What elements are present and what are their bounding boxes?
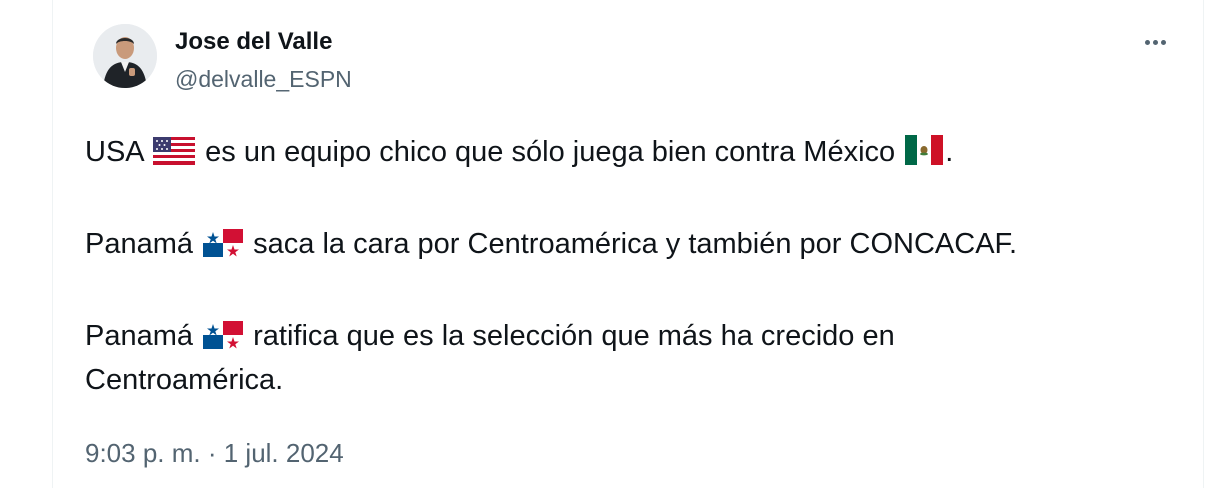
tweet-time[interactable]: 9:03 p. m. <box>85 438 201 468</box>
author-handle[interactable]: @delvalle_ESPN <box>175 66 352 93</box>
avatar[interactable] <box>93 24 157 88</box>
panama-flag-icon <box>203 228 244 268</box>
text-panama-1: Panamá <box>85 228 194 260</box>
mexico-flag-icon <box>905 135 944 176</box>
tweet-paragraph-1: USA es un equipo chico que sólo juega bi… <box>85 132 1175 176</box>
text-line1-body: es un equipo chico que sólo juega bien c… <box>205 136 896 168</box>
tweet-paragraph-2: Panamá saca la cara por Centroamérica y … <box>85 224 1175 268</box>
text-line4: Centroamérica. <box>85 364 284 396</box>
tweet-date[interactable]: 1 jul. 2024 <box>224 438 344 468</box>
text-line2-body: saca la cara por Centroamérica y también… <box>253 228 1018 260</box>
timestamp-separator: · <box>200 438 224 468</box>
tweet-card: Jose del Valle @delvalle_ESPN USA es un … <box>52 0 1204 488</box>
more-horizontal-icon <box>1144 39 1166 45</box>
text-line3-body: ratifica que es la selección que más ha … <box>253 320 895 352</box>
more-options-button[interactable] <box>1135 30 1175 54</box>
tweet-text: USA es un equipo chico que sólo juega bi… <box>85 132 1175 400</box>
author-name[interactable]: Jose del Valle <box>175 28 332 56</box>
tweet-paragraph-3: Panamá ratifica que es la selección que … <box>85 316 1175 400</box>
tweet-timestamp[interactable]: 9:03 p. m. · 1 jul. 2024 <box>85 438 344 469</box>
text-line1-end: . <box>945 136 954 168</box>
panama-flag-icon <box>203 320 244 360</box>
text-usa: USA <box>85 136 144 168</box>
text-panama-2: Panamá <box>85 320 194 352</box>
us-flag-icon <box>153 136 196 176</box>
